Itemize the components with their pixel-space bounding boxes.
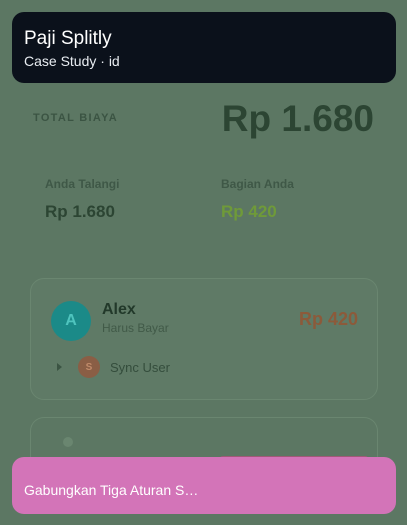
your-share-label: Bagian Anda — [221, 177, 294, 191]
sync-user-avatar: S — [78, 356, 100, 378]
participant-status: Harus Bayar — [102, 321, 169, 335]
your-share-value: Rp 420 — [221, 202, 277, 221]
total-cost-amount: Rp 1.680 — [221, 98, 374, 139]
chevron-right-icon[interactable] — [55, 362, 65, 372]
case-study-header-card[interactable]: Paji Splitly Case Study · id — [12, 12, 396, 83]
banner-text: Gabungkan Tiga Aturan S… — [24, 482, 199, 498]
paid-by-you-label: Anda Talangi — [45, 177, 120, 191]
paid-by-you-value: Rp 1.680 — [45, 202, 115, 221]
next-participant-card-partial[interactable] — [30, 417, 378, 464]
avatar: A — [51, 301, 91, 341]
participant-amount-owed: Rp 420 — [298, 309, 358, 329]
app-title: Paji Splitly — [24, 28, 112, 49]
bottom-notification-banner[interactable]: Gabungkan Tiga Aturan S… — [12, 457, 396, 514]
avatar — [63, 437, 73, 447]
sync-user-initial: S — [85, 361, 93, 373]
participant-name: Alex — [102, 301, 136, 318]
participant-card[interactable]: A Alex Harus Bayar Rp 420 S Sync User — [30, 278, 378, 400]
total-cost-label: TOTAL BIAYA — [33, 112, 119, 124]
app-screen: Paji Splitly Case Study · id TOTAL BIAYA… — [0, 0, 407, 525]
app-subtitle: Case Study · id — [24, 53, 120, 69]
avatar-initial: A — [65, 312, 77, 329]
sync-user-label[interactable]: Sync User — [110, 360, 170, 375]
